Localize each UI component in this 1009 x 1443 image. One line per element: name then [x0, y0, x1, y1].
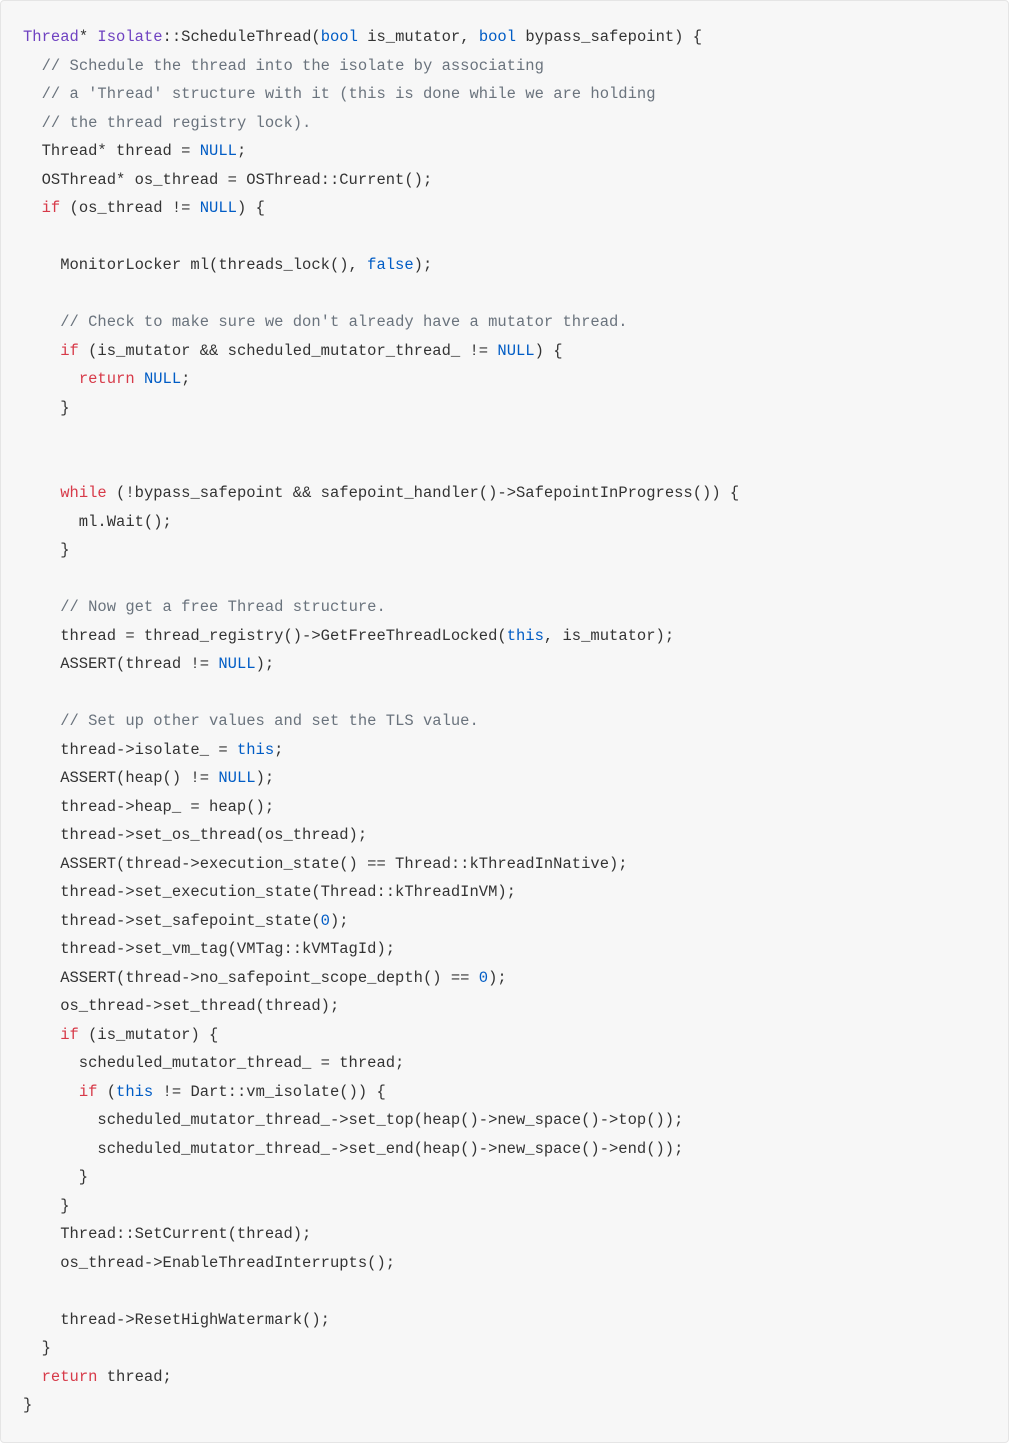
code-content: Thread* Isolate::ScheduleThread(bool is_… [23, 23, 986, 1420]
code-block: Thread* Isolate::ScheduleThread(bool is_… [0, 0, 1009, 1443]
